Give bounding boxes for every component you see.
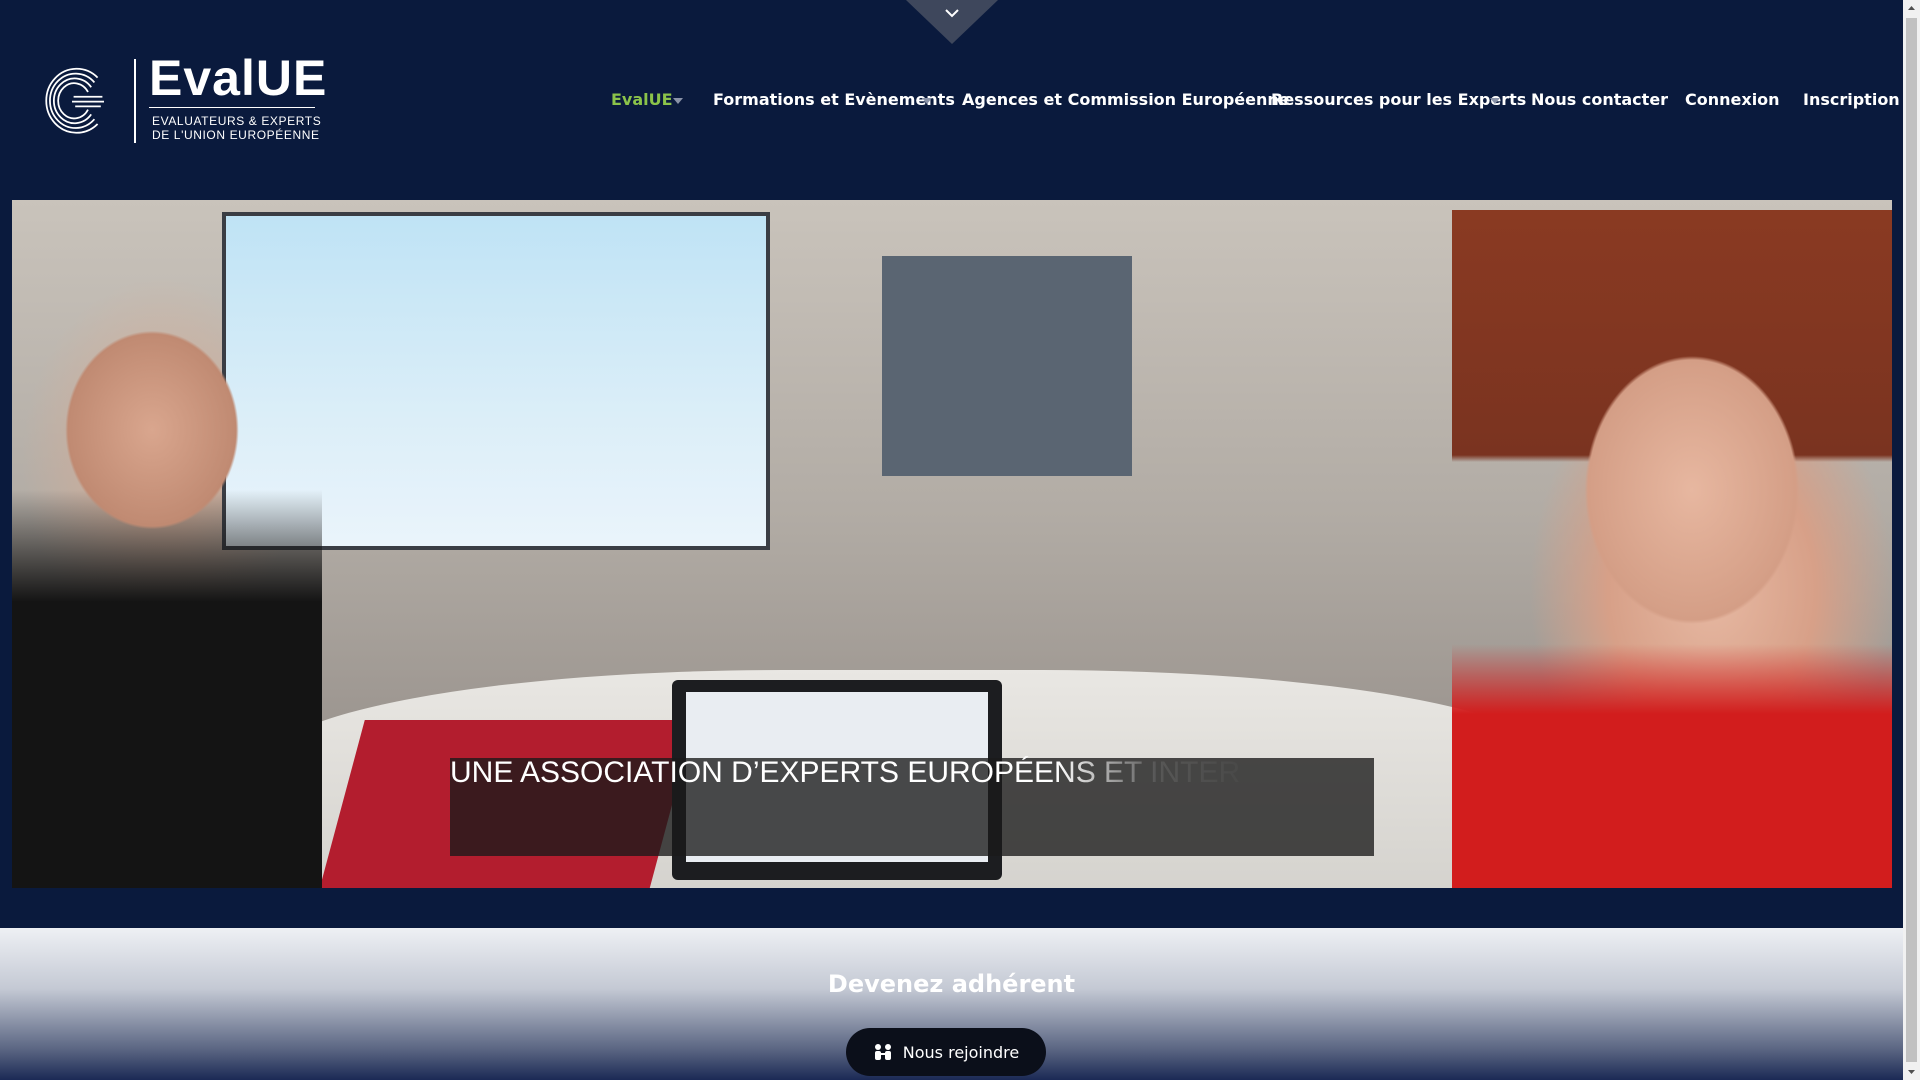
hero-caption: UNE ASSOCIATION D’EXPERTS EUROPÉENS ET I… [450,756,1241,789]
logo-wordmark: EvalUE [149,50,328,106]
logo-rule [149,107,315,108]
nav-item-evalue[interactable]: EvalUE [611,90,673,110]
join-button[interactable]: Nous rejoindre [846,1028,1046,1076]
chevron-down-icon[interactable] [673,98,683,104]
logo-tagline-line2: DE L'UNION EUROPÉENNE [152,128,320,142]
nav-item-contact[interactable]: Nous contacter [1531,90,1668,110]
hero-photo-window [882,256,1132,476]
logo-divider [134,59,136,143]
join-title: Devenez adhérent [827,970,1076,998]
nav-item-ressources[interactable]: Ressources pour les Experts [1271,90,1526,110]
nav-item-label: Agences et Commission Européenne [962,90,1290,109]
nav-item-label: Nous contacter [1531,90,1669,109]
nav-item-agences[interactable]: Agences et Commission Européenne [962,90,1290,110]
scroll-up-arrow-icon[interactable] [1903,0,1920,17]
hero-photo-person [12,210,322,888]
nav-item-formations[interactable]: Formations et Evènements [713,90,955,110]
join-section: Devenez adhérent Nous rejoindre [0,928,1903,1080]
nav-item-label: EvalUE [611,90,673,109]
nav-item-inscription[interactable]: Inscription [1803,90,1900,110]
scrollbar-thumb[interactable] [1906,18,1917,1062]
nav-item-label: Inscription [1803,90,1900,109]
scroll-down-arrow-icon[interactable] [1903,1063,1920,1080]
site-header: EvalUE EVALUATEURS & EXPERTS DE L'UNION … [0,0,1903,200]
join-button-label: Nous rejoindre [902,1042,1020,1062]
chevron-down-icon[interactable] [1490,98,1500,104]
nav-item-label: Connexion [1685,90,1780,109]
nav-item-connexion[interactable]: Connexion [1685,90,1780,110]
users-icon [874,1044,891,1060]
logo-tagline-line1: EVALUATEURS & EXPERTS [152,114,322,128]
hero-photo-person [1452,210,1892,888]
nav-item-label: Formations et Evènements [713,90,955,109]
nav-item-label: Ressources pour les Experts [1271,90,1527,109]
chevron-down-icon[interactable] [922,98,932,104]
evalue-emblem-icon [45,67,104,134]
header-toggle-tab[interactable] [906,0,998,44]
